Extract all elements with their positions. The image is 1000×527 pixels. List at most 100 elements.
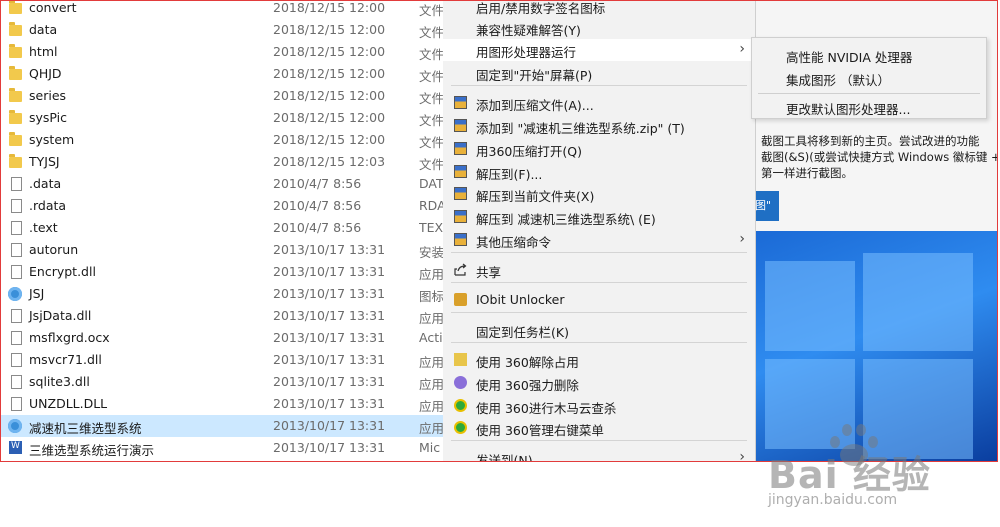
context-menu-item[interactable]: 添加到压缩文件(A)... xyxy=(443,92,755,114)
file-date: 2013/10/17 13:31 xyxy=(273,396,386,411)
context-menu-label: 发送到(N) xyxy=(476,453,533,462)
file-name: 三维选型系统运行演示 xyxy=(29,443,155,458)
context-menu-item[interactable]: 解压到当前文件夹(X) xyxy=(443,183,755,205)
zip-icon xyxy=(454,119,467,132)
submenu-item-nvidia[interactable]: 高性能 NVIDIA 处理器 xyxy=(786,47,912,66)
context-menu-item[interactable]: 解压到 减速机三维选型系统\ (E) xyxy=(443,206,755,228)
file-name: .rdata xyxy=(29,198,67,213)
baidu-watermark: Bai 经验 jingyan.baidu.com xyxy=(768,418,988,518)
file-date: 2018/12/15 12:00 xyxy=(273,110,386,125)
file-name: html xyxy=(29,44,58,59)
file-row[interactable]: data 2018/12/15 12:00 文件 xyxy=(1,19,443,41)
context-menu-item[interactable]: 启用/禁用数字签名图标 xyxy=(443,1,755,17)
file-row[interactable]: convert 2018/12/15 12:00 文件 xyxy=(1,0,443,19)
file-row[interactable]: html 2018/12/15 12:00 文件 xyxy=(1,41,443,63)
context-menu-label: 解压到 减速机三维选型系统\ (E) xyxy=(476,212,656,227)
file-type: 文件 xyxy=(419,3,443,18)
context-menu-item[interactable]: 发送到(N) › xyxy=(443,447,755,462)
gear-icon xyxy=(8,419,22,433)
file-type: DAT xyxy=(419,176,443,191)
file-row[interactable]: QHJD 2018/12/15 12:00 文件 xyxy=(1,63,443,85)
background-text-line: 第一样进行截图。 xyxy=(761,166,853,180)
baidu-url: jingyan.baidu.com xyxy=(768,492,898,508)
360-unlock-icon xyxy=(454,353,467,366)
file-name: JsjData.dll xyxy=(29,308,92,323)
file-type: 应用 xyxy=(419,355,443,370)
context-menu-item[interactable]: 固定到任务栏(K) xyxy=(443,319,755,341)
submenu-item-integrated[interactable]: 集成图形 （默认） xyxy=(786,70,890,89)
context-menu-label: 共享 xyxy=(476,265,502,280)
context-menu-label: 固定到任务栏(K) xyxy=(476,325,569,340)
file-type: 应用 xyxy=(419,267,443,282)
file-row[interactable]: UNZDLL.DLL 2013/10/17 13:31 应用 xyxy=(1,393,443,415)
file-type: Acti xyxy=(419,330,443,345)
background-text: 截图工具将移到新的主页。尝试改进的功能 截图(&S)(或尝试快捷方式 Windo… xyxy=(761,133,997,181)
context-menu-item[interactable]: 解压到(F)... xyxy=(443,161,755,183)
menu-separator xyxy=(451,312,747,313)
file-type: Mic xyxy=(419,440,441,455)
file-name: Encrypt.dll xyxy=(29,264,96,279)
document-icon xyxy=(11,199,22,213)
context-menu-label: 固定到"开始"屏幕(P) xyxy=(476,68,593,83)
file-row[interactable]: .data 2010/4/7 8:56 DAT xyxy=(1,173,443,195)
file-row[interactable]: series 2018/12/15 12:00 文件 xyxy=(1,85,443,107)
wallpaper-pane xyxy=(765,261,855,351)
context-menu-item[interactable]: 固定到"开始"屏幕(P) xyxy=(443,62,755,84)
file-row[interactable]: 减速机三维选型系统 2013/10/17 13:31 应用 xyxy=(1,415,443,437)
context-menu-label: 使用 360管理右键菜单 xyxy=(476,423,604,438)
file-row[interactable]: .rdata 2010/4/7 8:56 RDA xyxy=(1,195,443,217)
background-button[interactable]: 图" xyxy=(755,191,779,221)
context-menu-item[interactable]: 添加到 "减速机三维选型系统.zip" (T) xyxy=(443,115,755,137)
context-menu-item[interactable]: 使用 360管理右键菜单 xyxy=(443,417,755,439)
document-icon xyxy=(11,221,22,235)
chevron-right-icon: › xyxy=(739,41,745,57)
file-row[interactable]: sqlite3.dll 2013/10/17 13:31 应用 xyxy=(1,371,443,393)
file-list: convert 2018/12/15 12:00 文件 data 2018/12/15 … xyxy=(1,0,443,461)
context-menu-item[interactable]: 使用 360进行木马云查杀 xyxy=(443,395,755,417)
menu-separator xyxy=(451,252,747,253)
baidu-logo-text: Bai 经验 xyxy=(768,453,931,497)
gear-icon xyxy=(8,287,22,301)
file-date: 2010/4/7 8:56 xyxy=(273,220,362,235)
context-menu-label: 兼容性疑难解答(Y) xyxy=(476,23,581,38)
context-menu-item[interactable]: 使用 360强力删除 xyxy=(443,372,755,394)
file-date: 2018/12/15 12:00 xyxy=(273,44,386,59)
context-menu-item[interactable]: 共享 xyxy=(443,259,755,281)
file-row[interactable]: TYJSJ 2018/12/15 12:03 文件 xyxy=(1,151,443,173)
file-name: QHJD xyxy=(29,66,62,81)
file-row[interactable]: system 2018/12/15 12:00 文件 xyxy=(1,129,443,151)
file-date: 2018/12/15 12:03 xyxy=(273,154,386,169)
file-date: 2010/4/7 8:56 xyxy=(273,198,362,213)
folder-icon xyxy=(9,154,22,168)
context-menu-item[interactable]: IObit Unlocker xyxy=(443,289,755,311)
dll-icon xyxy=(11,331,22,345)
file-row[interactable]: sysPic 2018/12/15 12:00 文件 xyxy=(1,107,443,129)
file-date: 2018/12/15 12:00 xyxy=(273,88,386,103)
context-menu-item[interactable]: 使用 360解除占用 xyxy=(443,349,755,371)
file-row[interactable]: autorun 2013/10/17 13:31 安装 xyxy=(1,239,443,261)
context-menu-label: 其他压缩命令 xyxy=(476,235,552,250)
file-row[interactable]: JsjData.dll 2013/10/17 13:31 应用 xyxy=(1,305,443,327)
chevron-right-icon: › xyxy=(739,231,745,247)
file-row[interactable]: Encrypt.dll 2013/10/17 13:31 应用 xyxy=(1,261,443,283)
zip-icon xyxy=(454,210,467,223)
context-menu-item[interactable]: 兼容性疑难解答(Y) xyxy=(443,17,755,39)
file-name: convert xyxy=(29,0,77,15)
file-name: .text xyxy=(29,220,58,235)
submenu-item-change-default[interactable]: 更改默认图形处理器... xyxy=(786,99,910,118)
file-type: 文件 xyxy=(419,113,443,128)
360-menu-icon xyxy=(454,421,467,434)
file-row[interactable]: msflxgrd.ocx 2013/10/17 13:31 Acti xyxy=(1,327,443,349)
context-menu-item[interactable]: 其他压缩命令 › xyxy=(443,229,755,251)
file-row[interactable]: 三维选型系统运行演示 2013/10/17 13:31 Mic xyxy=(1,437,443,459)
file-row[interactable]: JSJ 2013/10/17 13:31 图标 xyxy=(1,283,443,305)
file-row[interactable]: .text 2010/4/7 8:56 TEX xyxy=(1,217,443,239)
file-date: 2013/10/17 13:31 xyxy=(273,308,386,323)
360-scan-icon xyxy=(454,399,467,412)
background-text-line: 截图(&S)(或尝试快捷方式 Windows 徽标键 + xyxy=(761,150,997,164)
context-menu-label: 解压到(F)... xyxy=(476,167,543,182)
context-menu-item[interactable]: 用图形处理器运行 › xyxy=(443,39,755,61)
file-row[interactable]: msvcr71.dll 2013/10/17 13:31 应用 xyxy=(1,349,443,371)
context-menu-item[interactable]: 用360压缩打开(Q) xyxy=(443,138,755,160)
context-menu-label: 用360压缩打开(Q) xyxy=(476,144,582,159)
